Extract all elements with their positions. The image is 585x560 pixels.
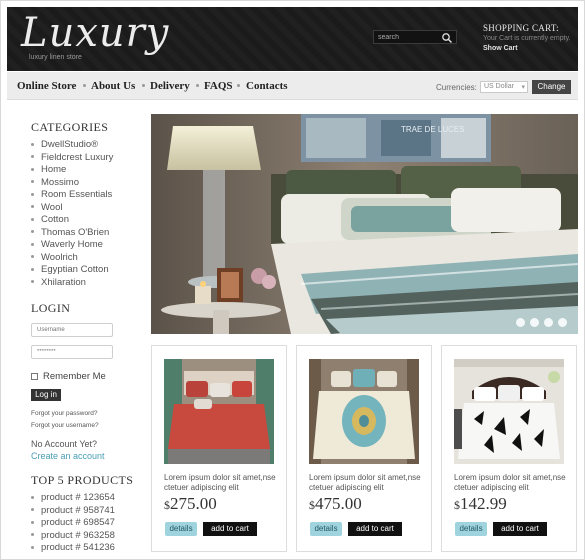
category-item[interactable]: Mossimo	[31, 177, 113, 190]
hero-bedroom-image: TRAE DE LUCES	[151, 114, 578, 334]
password-field[interactable]	[31, 345, 113, 359]
bullet-icon	[31, 495, 34, 499]
nav-about-us[interactable]: About Us	[91, 80, 135, 92]
category-list: DwellStudio® Fieldcrest Luxury Home Moss…	[31, 139, 113, 289]
currency-value: US Dollar	[484, 83, 514, 90]
currencies-label: Currencies:	[436, 83, 477, 92]
forgot-username-link[interactable]: Forgot your username?	[31, 422, 99, 429]
bullet-icon	[31, 205, 34, 209]
category-item[interactable]: Cotton	[31, 214, 113, 227]
categories-heading: CATEGORIES	[31, 120, 109, 134]
cart-status: Your Cart is currently empty.	[483, 35, 571, 42]
slider-dot[interactable]	[544, 318, 553, 327]
nav-online-store[interactable]: Online Store	[17, 80, 76, 92]
top-product-item[interactable]: product # 541236	[31, 542, 115, 555]
bullet-icon	[31, 280, 34, 284]
bullet-icon	[31, 167, 34, 171]
bullet-icon	[31, 545, 34, 549]
add-to-cart-button[interactable]: add to cart	[203, 522, 257, 536]
details-button[interactable]: details	[310, 522, 342, 536]
cart-title: SHOPPING CART:	[483, 23, 559, 33]
main-nav: Online Store About Us Delivery FAQS Cont…	[7, 72, 578, 100]
nav-contacts[interactable]: Contacts	[246, 80, 288, 92]
product-description: Lorem ipsum dolor sit amet,nse ctetuer a…	[309, 473, 421, 492]
login-button[interactable]: Log in	[31, 389, 61, 401]
top-products-list: product # 123654 product # 958741 produc…	[31, 492, 115, 555]
bullet-icon	[31, 242, 34, 246]
remember-checkbox[interactable]	[31, 372, 38, 380]
nav-separator	[196, 84, 199, 87]
product-card: Lorem ipsum dolor sit amet,nse ctetuer a…	[296, 345, 432, 552]
top-products-heading: TOP 5 PRODUCTS	[31, 473, 134, 487]
show-cart-link[interactable]: Show Cart	[483, 45, 518, 52]
product-image[interactable]	[454, 359, 564, 464]
nav-faqs[interactable]: FAQS	[204, 80, 233, 92]
bullet-icon	[31, 508, 34, 512]
details-button[interactable]: details	[455, 522, 487, 536]
product-image[interactable]	[164, 359, 274, 464]
change-currency-button[interactable]: Change	[532, 80, 571, 94]
bullet-icon	[31, 142, 34, 146]
add-to-cart-button[interactable]: add to cart	[348, 522, 402, 536]
category-item[interactable]: Home	[31, 164, 113, 177]
category-item[interactable]: Fieldcrest Luxury	[31, 152, 113, 165]
no-account-text: No Account Yet?	[31, 439, 98, 449]
search-input[interactable]	[378, 32, 436, 43]
slider-dot[interactable]	[516, 318, 525, 327]
bullet-icon	[31, 255, 34, 259]
chevron-down-icon: ▾	[521, 84, 525, 91]
slider-dot[interactable]	[558, 318, 567, 327]
bullet-icon	[31, 217, 34, 221]
currency-select[interactable]: US Dollar ▾	[480, 81, 528, 93]
product-price: $475.00	[309, 494, 362, 513]
bullet-icon	[31, 520, 34, 524]
bullet-icon	[31, 533, 34, 537]
product-card: Lorem ipsum dolor sit amet,nse ctetuer a…	[151, 345, 287, 552]
top-product-item[interactable]: product # 958741	[31, 505, 115, 518]
logo-tagline: luxury linen store	[29, 54, 82, 61]
category-item[interactable]: Room Essentials	[31, 189, 113, 202]
remember-label: Remember Me	[43, 371, 106, 382]
site-header: Luxury luxury linen store SHOPPING CART:…	[7, 7, 578, 71]
bullet-icon	[31, 180, 34, 184]
bullet-icon	[31, 155, 34, 159]
product-card: Lorem ipsum dolor sit amet,nse ctetuer a…	[441, 345, 577, 552]
product-description: Lorem ipsum dolor sit amet,nse ctetuer a…	[454, 473, 566, 492]
bullet-icon	[31, 230, 34, 234]
category-item[interactable]: DwellStudio®	[31, 139, 113, 152]
nav-separator	[83, 84, 86, 87]
details-button[interactable]: details	[165, 522, 197, 536]
product-price: $275.00	[164, 494, 217, 513]
bullet-icon	[31, 192, 34, 196]
slider-dot[interactable]	[530, 318, 539, 327]
category-item[interactable]: Egyptian Cotton	[31, 264, 113, 277]
category-item[interactable]: Wool	[31, 202, 113, 215]
nav-separator	[237, 84, 240, 87]
category-item[interactable]: Xhilaration	[31, 277, 113, 290]
category-item[interactable]: Thomas O'Brien	[31, 227, 113, 240]
hero-banner[interactable]: TRAE DE LUCES	[151, 114, 578, 334]
category-item[interactable]: Woolrich	[31, 252, 113, 265]
username-field[interactable]	[31, 323, 113, 337]
forgot-password-link[interactable]: Forgot your password?	[31, 410, 97, 417]
product-price: $142.99	[454, 494, 507, 513]
login-heading: LOGIN	[31, 301, 71, 315]
top-product-item[interactable]: product # 698547	[31, 517, 115, 530]
top-product-item[interactable]: product # 963258	[31, 530, 115, 543]
add-to-cart-button[interactable]: add to cart	[493, 522, 547, 536]
search-icon[interactable]	[441, 32, 453, 44]
nav-delivery[interactable]: Delivery	[150, 80, 190, 92]
top-product-item[interactable]: product # 123654	[31, 492, 115, 505]
wall-art-text: TRAE DE LUCES	[401, 125, 465, 134]
product-description: Lorem ipsum dolor sit amet,nse ctetuer a…	[164, 473, 276, 492]
remember-me[interactable]: Remember Me	[31, 371, 106, 382]
category-item[interactable]: Waverly Home	[31, 239, 113, 252]
bullet-icon	[31, 267, 34, 271]
product-image[interactable]	[309, 359, 419, 464]
nav-separator	[142, 84, 145, 87]
search-box	[373, 30, 457, 44]
create-account-link[interactable]: Create an account	[31, 451, 105, 461]
logo[interactable]: Luxury	[21, 13, 169, 53]
